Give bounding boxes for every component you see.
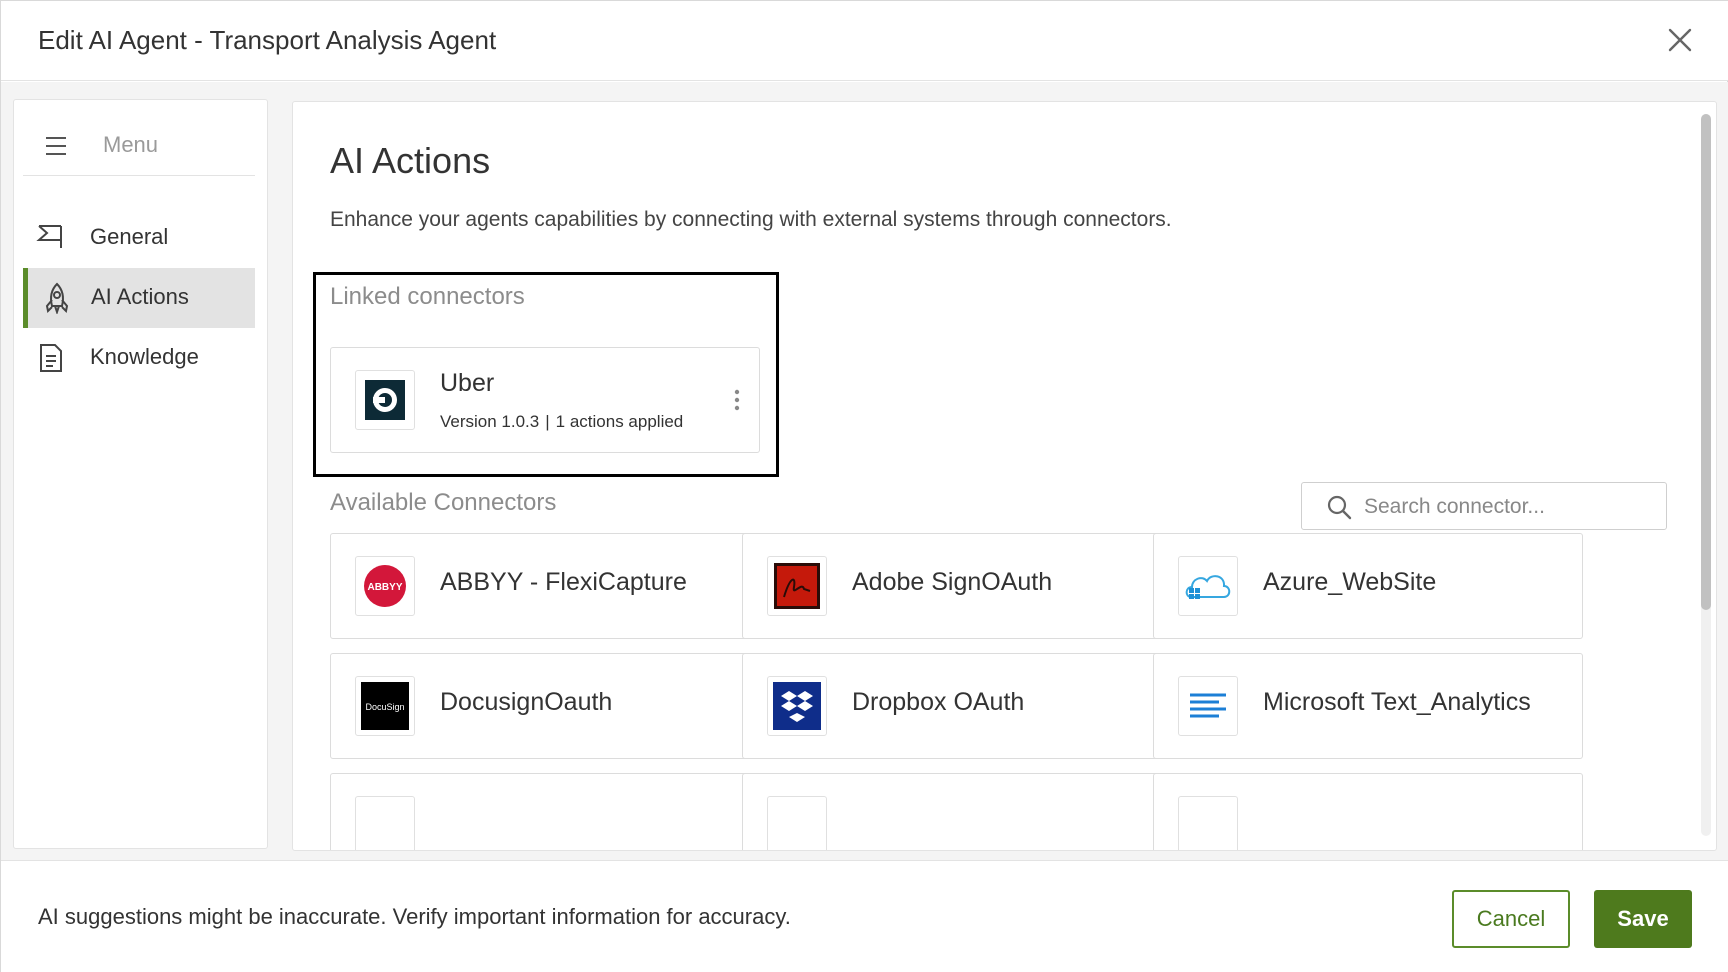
svg-text:ABBYY: ABBYY: [367, 582, 402, 593]
sidebar-menu-header[interactable]: Menu: [23, 116, 255, 176]
connector-card-adobe-signoauth[interactable]: Adobe SignOAuth: [742, 533, 1172, 639]
hamburger-icon[interactable]: [45, 136, 67, 156]
main-panel: AI Actions Enhance your agents capabilit…: [292, 101, 1717, 851]
more-options-icon[interactable]: [731, 386, 743, 414]
connector-name: ABBYY - FlexiCapture: [440, 568, 687, 596]
connector-name: Adobe SignOAuth: [852, 568, 1053, 596]
sidebar-item-knowledge[interactable]: Knowledge: [23, 328, 255, 388]
connector-logo-icon: [355, 796, 415, 850]
connector-card-uber[interactable]: Uber Version 1.0.3 | 1 actions applied: [330, 347, 760, 453]
connector-card-docusign[interactable]: DocuSign DocusignOauth: [330, 653, 760, 759]
rocket-icon: [41, 282, 73, 316]
cancel-button[interactable]: Cancel: [1452, 890, 1570, 948]
sidebar-item-label: AI Actions: [91, 284, 189, 309]
connector-search[interactable]: [1301, 482, 1667, 530]
docusign-logo-icon: DocuSign: [355, 676, 415, 736]
search-input[interactable]: [1364, 491, 1654, 523]
connector-name: DocusignOauth: [440, 688, 613, 716]
connector-name: Microsoft Text_Analytics: [1263, 688, 1531, 716]
connector-meta: Version 1.0.3 | 1 actions applied: [440, 412, 683, 432]
connector-card-partial[interactable]: [1153, 773, 1583, 850]
adobe-sign-logo-icon: [767, 556, 827, 616]
dropbox-logo-icon: [767, 676, 827, 736]
connector-logo-icon: [1178, 796, 1238, 850]
flag-icon: [35, 222, 67, 254]
available-connectors-heading: Available Connectors: [330, 489, 557, 516]
sidebar: Menu General AI Actions Knowledge: [13, 99, 268, 849]
save-button[interactable]: Save: [1594, 890, 1692, 948]
search-icon: [1326, 494, 1352, 520]
dialog-footer: AI suggestions might be inaccurate. Veri…: [1, 860, 1728, 972]
ai-disclaimer: AI suggestions might be inaccurate. Veri…: [38, 904, 791, 929]
connector-card-ms-text-analytics[interactable]: Microsoft Text_Analytics: [1153, 653, 1583, 759]
menu-label: Menu: [103, 132, 159, 157]
linked-connectors-heading: Linked connectors: [330, 283, 525, 310]
page-title: AI Actions: [330, 140, 491, 181]
close-icon[interactable]: [1665, 25, 1695, 55]
document-icon: [35, 342, 67, 374]
connector-logo-icon: [767, 796, 827, 850]
connector-name: Dropbox OAuth: [852, 688, 1025, 716]
dialog-header: Edit AI Agent - Transport Analysis Agent: [1, 1, 1728, 81]
page-description: Enhance your agents capabilities by conn…: [330, 208, 1172, 231]
text-lines-logo-icon: [1178, 676, 1238, 736]
dialog-title: Edit AI Agent - Transport Analysis Agent: [38, 25, 497, 55]
connector-card-partial[interactable]: [330, 773, 760, 850]
connector-card-partial[interactable]: [742, 773, 1172, 850]
meta-separator: |: [545, 412, 550, 431]
connector-card-abbyy[interactable]: ABBYY ABBYY - FlexiCapture: [330, 533, 760, 639]
uber-logo-icon: [355, 370, 415, 430]
connector-name: Azure_WebSite: [1263, 568, 1437, 596]
main-scrollbar[interactable]: [1701, 114, 1711, 836]
connector-card-dropbox[interactable]: Dropbox OAuth: [742, 653, 1172, 759]
edit-agent-dialog: Edit AI Agent - Transport Analysis Agent…: [0, 0, 1728, 972]
connector-actions-count: 1 actions applied: [555, 412, 684, 431]
abbyy-logo-icon: ABBYY: [355, 556, 415, 616]
svg-text:DocuSign: DocuSign: [365, 702, 404, 712]
azure-cloud-logo-icon: [1178, 556, 1238, 616]
sidebar-item-general[interactable]: General: [23, 208, 255, 268]
connector-card-azure-website[interactable]: Azure_WebSite: [1153, 533, 1583, 639]
sidebar-item-label: Knowledge: [90, 344, 199, 369]
connector-version: Version 1.0.3: [440, 412, 540, 431]
dialog-body: Menu General AI Actions Knowledge AI Act…: [1, 82, 1728, 860]
sidebar-item-ai-actions[interactable]: AI Actions: [23, 268, 255, 328]
connector-name: Uber: [440, 369, 495, 397]
scrollbar-thumb[interactable]: [1701, 114, 1711, 610]
sidebar-item-label: General: [90, 224, 169, 249]
